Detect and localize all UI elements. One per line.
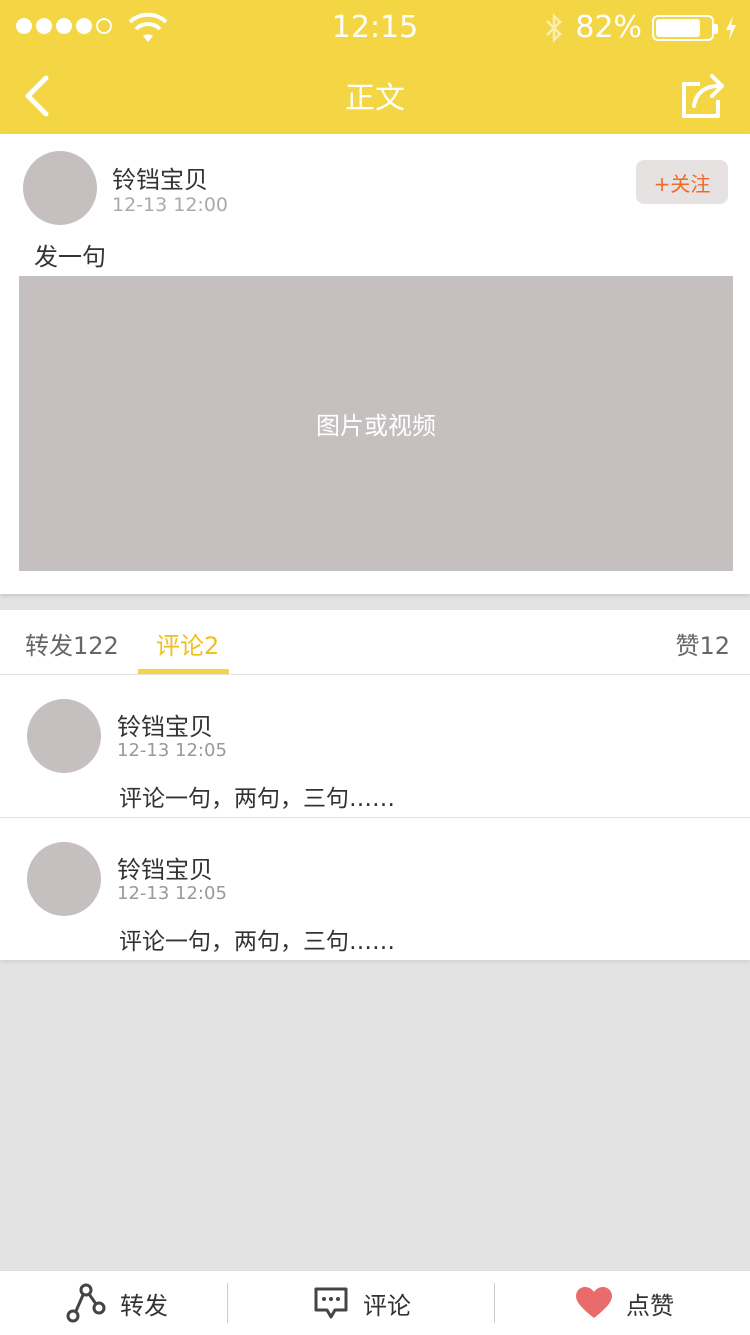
share-button[interactable] (678, 70, 728, 122)
comment-text: 评论一句，两句，三句…… (119, 786, 395, 812)
status-right: 82% (543, 10, 738, 45)
comment-author[interactable]: 铃铛宝贝 (117, 707, 213, 742)
comment-button[interactable]: 评论 (313, 1271, 411, 1335)
header: 12:15 82% 正文 (0, 0, 750, 134)
page-title: 正文 (345, 81, 405, 116)
battery-icon (652, 14, 718, 41)
detail-tabs: 转发122 评论2 赞12 (0, 610, 750, 675)
media-placeholder-label: 图片或视频 (316, 412, 436, 440)
avatar[interactable] (23, 151, 97, 225)
comment-time: 12-13 12:05 (117, 883, 227, 904)
post-card: 铃铛宝贝 12-13 12:00 +关注 发一句 图片或视频 (0, 134, 750, 594)
repost-label: 转发 (120, 1291, 168, 1320)
list-item: 铃铛宝贝 12-13 12:05 评论一句，两句，三句…… (0, 675, 750, 818)
battery-percent: 82% (575, 10, 642, 45)
active-tab-indicator (138, 669, 229, 674)
comment-list: 铃铛宝贝 12-13 12:05 评论一句，两句，三句…… 铃铛宝贝 12-13… (0, 675, 750, 960)
avatar[interactable] (27, 842, 101, 916)
avatar[interactable] (27, 699, 101, 773)
bluetooth-icon (546, 12, 563, 43)
follow-button[interactable]: +关注 (636, 160, 728, 204)
comment-icon (314, 1287, 348, 1319)
comment-time: 12-13 12:05 (117, 740, 227, 761)
post-author[interactable]: 铃铛宝贝 (112, 160, 208, 195)
comment-author[interactable]: 铃铛宝贝 (117, 850, 213, 885)
like-label: 点赞 (626, 1291, 674, 1320)
tab-like[interactable]: 赞12 (675, 626, 730, 661)
post-time: 12-13 12:00 (112, 194, 229, 216)
post-media[interactable]: 图片或视频 (19, 276, 733, 571)
list-item: 铃铛宝贝 12-13 12:05 评论一句，两句，三句…… (0, 818, 750, 960)
repost-button[interactable]: 转发 (66, 1271, 168, 1335)
like-button[interactable]: 点赞 (576, 1271, 674, 1335)
tab-repost[interactable]: 转发122 (25, 626, 119, 661)
repost-icon (66, 1283, 106, 1323)
comment-label: 评论 (363, 1291, 411, 1320)
heart-icon (576, 1287, 612, 1318)
comment-text: 评论一句，两句，三句…… (119, 929, 395, 955)
post-text: 发一句 (34, 243, 106, 271)
bottom-action-bar: 转发 评论 点赞 (0, 1270, 750, 1335)
share-icon (682, 74, 724, 118)
tab-comment[interactable]: 评论2 (156, 626, 219, 661)
charging-icon (726, 15, 736, 40)
battery-level (656, 18, 700, 37)
